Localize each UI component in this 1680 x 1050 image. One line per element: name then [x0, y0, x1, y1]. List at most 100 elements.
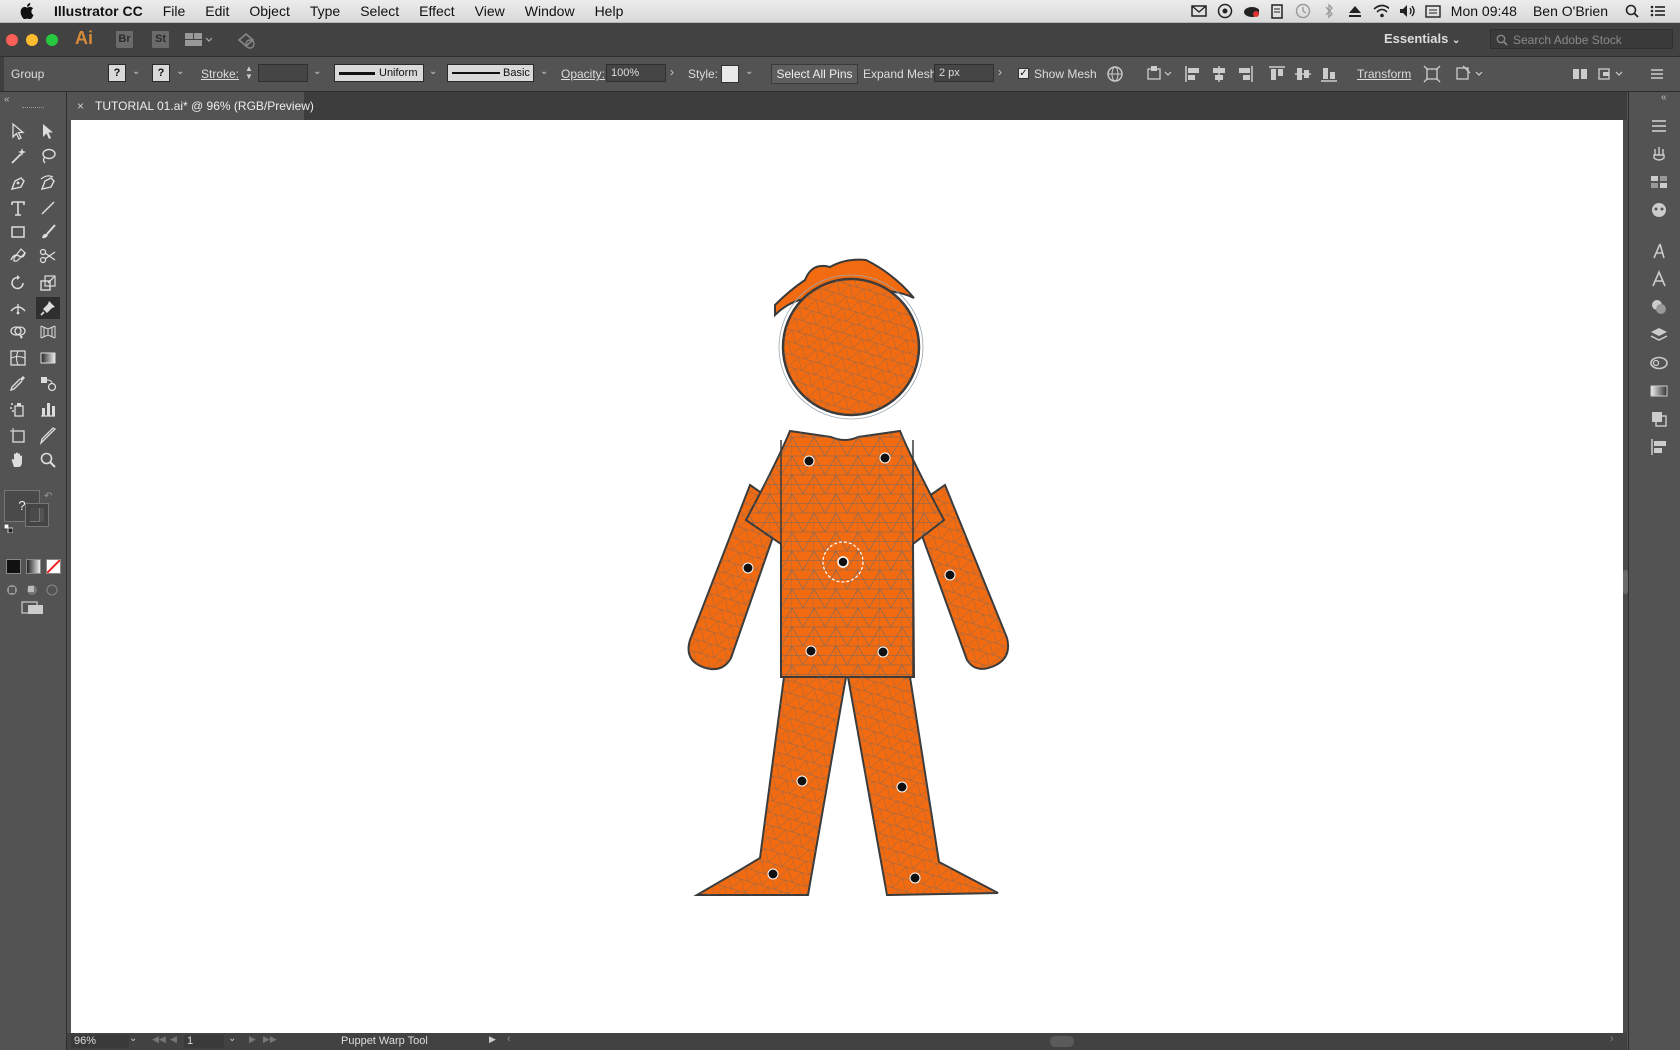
zoom-window-button[interactable]: [46, 34, 58, 46]
appearance-panel-icon[interactable]: [1649, 297, 1669, 317]
zoom-tool[interactable]: [36, 449, 60, 471]
artboard-dropdown-icon[interactable]: ⌄: [228, 1033, 236, 1044]
control-panel-menu-icon[interactable]: [1648, 65, 1666, 83]
menu-view[interactable]: View: [475, 3, 505, 19]
rotate-tool[interactable]: [6, 272, 30, 294]
magic-wand-tool[interactable]: [6, 145, 30, 167]
artboard-tool[interactable]: [6, 425, 30, 447]
tools-gripper[interactable]: [22, 107, 44, 110]
type-tool[interactable]: [6, 197, 30, 219]
figure-body-group[interactable]: [687, 258, 1010, 897]
horizontal-scroll-thumb[interactable]: [1050, 1036, 1074, 1047]
change-screen-mode-icon[interactable]: [21, 600, 45, 616]
character-panel-icon[interactable]: [1649, 241, 1669, 261]
align-horizontal-center-icon[interactable]: [1210, 65, 1228, 83]
time-machine-icon[interactable]: [1295, 3, 1311, 19]
gradient-mode-button[interactable]: [26, 559, 41, 574]
arrange-documents-icon[interactable]: [184, 31, 213, 51]
previous-artboard-icon[interactable]: ◀: [170, 1034, 177, 1045]
menubar-clock[interactable]: Mon 09:48: [1451, 3, 1517, 19]
perspective-grid-tool[interactable]: [36, 321, 60, 343]
stroke-weight-field[interactable]: [258, 64, 308, 82]
show-mesh-label[interactable]: Show Mesh: [1034, 67, 1097, 81]
align-right-icon[interactable]: [1236, 65, 1254, 83]
zoom-level-field[interactable]: 96%: [71, 1035, 129, 1048]
menu-app-name[interactable]: Illustrator CC: [54, 3, 143, 19]
draw-normal-icon[interactable]: [6, 584, 18, 596]
recolor-artwork-icon[interactable]: [1455, 65, 1485, 83]
pin-hip-right[interactable]: [877, 646, 889, 658]
menu-effect[interactable]: Effect: [419, 3, 455, 19]
stroke-dropdown-icon[interactable]: ⌄: [176, 66, 184, 77]
width-tool[interactable]: [6, 297, 30, 319]
first-artboard-icon[interactable]: ◀◀: [152, 1034, 166, 1045]
gpu-performance-icon[interactable]: [236, 30, 258, 53]
globe-icon[interactable]: [1106, 65, 1124, 83]
direct-selection-tool[interactable]: [36, 120, 60, 142]
spotlight-icon[interactable]: [1624, 4, 1640, 18]
paintbrush-tool[interactable]: [36, 221, 60, 243]
curvature-tool[interactable]: [36, 172, 60, 194]
expand-mesh-arrow-icon[interactable]: ›: [998, 65, 1002, 79]
draw-inside-icon[interactable]: [46, 584, 58, 596]
shape-builder-tool[interactable]: [6, 321, 30, 343]
volume-icon[interactable]: [1399, 4, 1415, 18]
collapse-tools-icon[interactable]: «: [4, 94, 10, 105]
align-vertical-center-icon[interactable]: [1294, 65, 1312, 83]
next-artboard-icon[interactable]: ▶: [249, 1034, 256, 1045]
opacity-label[interactable]: Opacity:: [561, 67, 605, 81]
creative-cloud-icon[interactable]: [1243, 4, 1259, 18]
fill-dropdown-icon[interactable]: ⌄: [132, 66, 140, 77]
isolate-group-icon[interactable]: [1423, 65, 1441, 83]
menu-type[interactable]: Type: [310, 3, 340, 19]
style-dropdown-icon[interactable]: ⌄: [745, 66, 753, 77]
artboard-number-field[interactable]: 1: [184, 1035, 224, 1048]
pen-tool[interactable]: [6, 172, 30, 194]
column-graph-tool[interactable]: [36, 398, 60, 420]
scroll-left-icon[interactable]: ‹: [507, 1033, 511, 1045]
menubar-user[interactable]: Ben O'Brien: [1533, 3, 1608, 19]
align-bottom-icon[interactable]: [1320, 65, 1338, 83]
stroke-label[interactable]: Stroke:: [201, 67, 239, 81]
document-tab[interactable]: × TUTORIAL 01.ai* @ 96% (RGB/Preview): [67, 92, 314, 120]
current-tool-label[interactable]: Puppet Warp Tool: [341, 1035, 428, 1047]
hand-tool[interactable]: [6, 449, 30, 471]
shaper-tool[interactable]: [6, 245, 30, 267]
expand-panels-icon[interactable]: «: [1661, 92, 1667, 103]
swap-fill-stroke-icon[interactable]: ↶: [44, 491, 52, 502]
scissors-tool[interactable]: [36, 245, 60, 267]
bluetooth-icon[interactable]: [1321, 3, 1337, 19]
pin-right-arm[interactable]: [944, 569, 956, 581]
close-window-button[interactable]: [6, 34, 18, 46]
lasso-tool[interactable]: [36, 145, 60, 167]
selection-tool[interactable]: [6, 120, 30, 142]
wifi-icon[interactable]: [1373, 4, 1389, 18]
mail-icon[interactable]: [1191, 4, 1207, 18]
stroke-swatch[interactable]: ?: [152, 64, 170, 82]
zoom-dropdown-icon[interactable]: ⌄: [129, 1033, 137, 1044]
menu-edit[interactable]: Edit: [205, 3, 229, 19]
eject-icon[interactable]: [1347, 4, 1363, 18]
brushes-panel-icon[interactable]: [1649, 144, 1669, 164]
profile-dropdown-icon[interactable]: ⌄: [429, 66, 437, 77]
brush-definition[interactable]: Basic: [447, 64, 534, 82]
aperture-icon[interactable]: [1217, 3, 1233, 19]
select-all-pins-button[interactable]: Select All Pins: [771, 64, 858, 84]
slice-tool[interactable]: [36, 425, 60, 447]
stock-search-input[interactable]: Search Adobe Stock: [1490, 29, 1673, 49]
variable-width-profile[interactable]: Uniform: [334, 64, 424, 82]
last-artboard-icon[interactable]: ▶▶: [263, 1034, 277, 1045]
status-menu-arrow-icon[interactable]: ▶: [489, 1034, 496, 1045]
pin-left-foot[interactable]: [767, 868, 779, 880]
input-menu-icon[interactable]: [1425, 4, 1441, 18]
menu-select[interactable]: Select: [360, 3, 399, 19]
pin-shoulder-left[interactable]: [803, 455, 815, 467]
show-mesh-checkbox[interactable]: ✓: [1018, 68, 1029, 79]
pin-center-selected[interactable]: [837, 556, 849, 568]
color-mode-button[interactable]: [6, 559, 21, 574]
stroke-weight-dropdown-icon[interactable]: ⌄: [313, 66, 321, 77]
align-to-selection-icon[interactable]: [1146, 65, 1174, 83]
layers-panel-icon[interactable]: [1649, 325, 1669, 345]
gradient-tool[interactable]: [36, 347, 60, 369]
mesh-tool[interactable]: [6, 347, 30, 369]
